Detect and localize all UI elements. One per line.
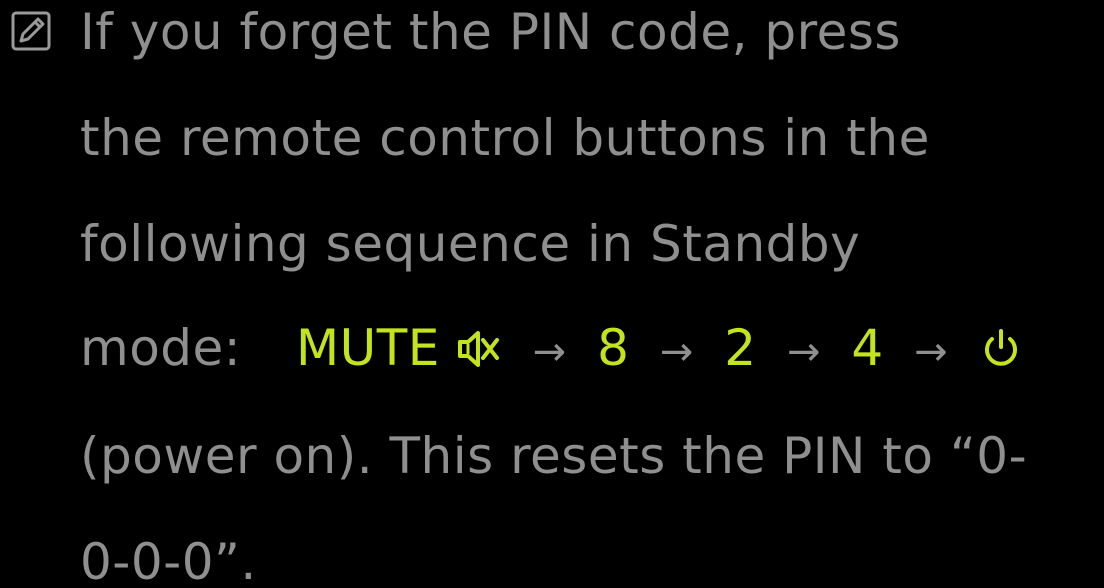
help-page: If you forget the PIN code, press the re… (0, 0, 1104, 588)
key-2: 2 (724, 319, 757, 377)
mute-key-label: MUTE (295, 319, 440, 377)
key-4: 4 (851, 319, 884, 377)
mode-label: mode: (80, 319, 242, 377)
arrow-3: → (786, 329, 821, 375)
note-line-5: (power on). This resets the PIN to “0- (80, 427, 1028, 485)
note-line-1: If you forget the PIN code, press (80, 3, 901, 61)
arrow-2: → (659, 329, 694, 375)
note-line-4: mode: MUTE → 8 → 2 → 4 → (80, 318, 1023, 382)
note-line-6: 0-0-0”. (80, 533, 257, 588)
arrow-4: → (914, 329, 949, 375)
arrow-1: → (532, 329, 567, 375)
note-line-2: the remote control buttons in the (80, 109, 930, 167)
power-icon (984, 329, 1017, 366)
note-line-3: following sequence in Standby (80, 215, 861, 273)
note-icon (11, 11, 51, 51)
mute-icon (458, 331, 500, 367)
key-8: 8 (597, 319, 630, 377)
